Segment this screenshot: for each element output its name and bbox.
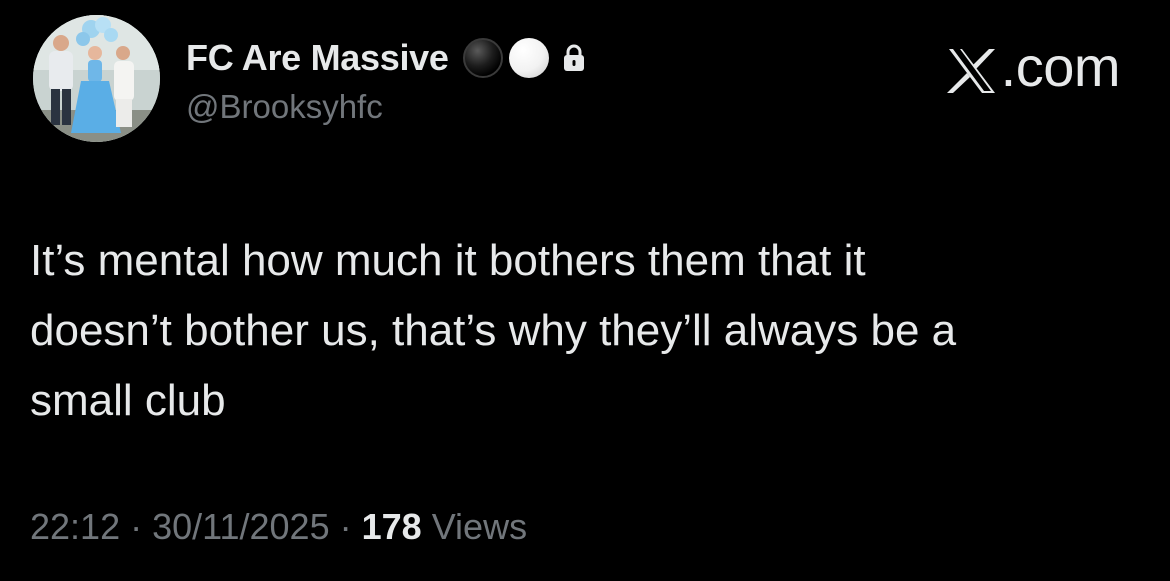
tweet-body: It’s mental how much it bothers them tha…: [30, 226, 1140, 436]
views-label[interactable]: Views: [432, 506, 527, 548]
tweet-text-line: doesn’t bother us, that’s why they’ll al…: [30, 306, 957, 355]
black-circle-emoji: [462, 38, 503, 78]
display-name[interactable]: FC Are Massive: [186, 37, 449, 79]
user-handle[interactable]: @Brooksyhfc: [186, 88, 383, 126]
author-name-row[interactable]: FC Are Massive: [186, 34, 585, 82]
white-circle-emoji: [508, 38, 549, 78]
brand-domain-text: .com: [1000, 35, 1121, 98]
x-logo-icon: [946, 43, 997, 93]
tweet-card: FC Are Massive @Brooksyhfc .com It’s men…: [0, 0, 1170, 581]
post-time[interactable]: 22:12: [30, 506, 120, 548]
tweet-meta: 22:12 · 30/11/2025 · 178 Views: [30, 506, 527, 548]
brand-watermark: .com: [946, 34, 1121, 99]
views-count[interactable]: 178: [362, 506, 422, 548]
meta-separator: ·: [130, 506, 143, 547]
meta-separator: ·: [339, 506, 352, 547]
lock-icon: [563, 44, 585, 72]
tweet-text-line: It’s mental how much it bothers them tha…: [30, 236, 866, 285]
post-date[interactable]: 30/11/2025: [152, 506, 330, 548]
tweet-text-line: small club: [30, 376, 226, 425]
avatar-photo: [33, 15, 160, 142]
avatar[interactable]: [33, 15, 160, 142]
